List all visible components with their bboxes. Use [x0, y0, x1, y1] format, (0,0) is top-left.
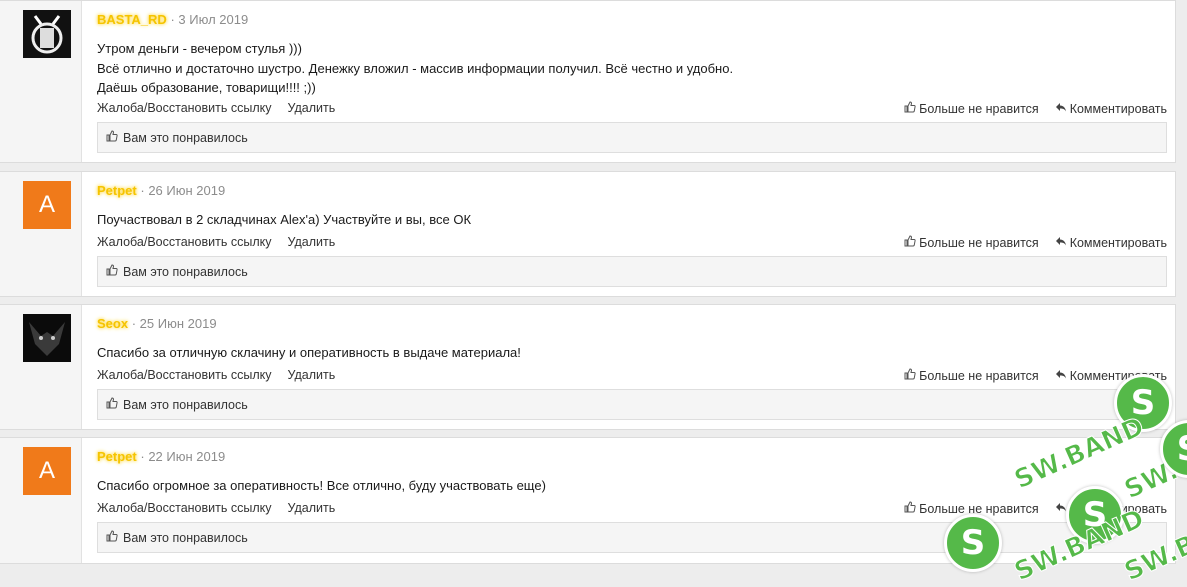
comment-button[interactable]: Комментировать — [1055, 368, 1167, 383]
comment-date[interactable]: 22 Июн 2019 — [148, 449, 225, 464]
meta-separator: · — [131, 316, 137, 331]
likes-summary[interactable]: Вам это понравилось — [97, 522, 1167, 553]
comment-actions-right: Больше не нравится Комментировать — [904, 235, 1167, 250]
comment-meta: Seox · 25 Июн 2019 — [97, 316, 217, 331]
avatar[interactable] — [23, 10, 71, 58]
avatar[interactable] — [23, 314, 71, 362]
avatar[interactable]: A — [23, 447, 71, 495]
comment-body: Seox · 25 Июн 2019 Спасибо за отличную с… — [82, 305, 1175, 429]
comment-message: Утром деньги - вечером стулья ))) Всё отл… — [97, 39, 733, 98]
thumbs-up-icon — [106, 530, 118, 545]
thumbs-up-icon — [904, 101, 916, 116]
unlike-button[interactable]: Больше не нравится — [904, 235, 1039, 250]
comment-card: A Petpet · 26 Июн 2019 Поучаствовал в 2 … — [0, 171, 1176, 297]
delete-link[interactable]: Удалить — [287, 368, 335, 382]
comment-actions-left: Жалоба/Восстановить ссылку Удалить — [97, 368, 335, 382]
meta-separator: · — [140, 183, 145, 198]
username-link[interactable]: BASTA_RD — [97, 12, 167, 27]
delete-link[interactable]: Удалить — [287, 235, 335, 249]
comment-actions-right: Больше не нравится Комментировать — [904, 501, 1167, 516]
comment-message: Спасибо огромное за оперативность! Все о… — [97, 476, 546, 496]
avatar-column — [0, 305, 82, 429]
comment-actions-right: Больше не нравится Комментировать — [904, 101, 1167, 116]
avatar[interactable]: A — [23, 181, 71, 229]
thumbs-up-icon — [106, 264, 118, 279]
thumbs-up-icon — [904, 235, 916, 250]
comment-message: Поучаствовал в 2 складчинах Alex'а) Учас… — [97, 210, 471, 230]
likes-summary-label: Вам это понравилось — [123, 530, 248, 545]
username-link[interactable]: Petpet — [97, 449, 137, 464]
comment-label: Комментировать — [1069, 101, 1167, 116]
unlike-label: Больше не нравится — [919, 101, 1039, 116]
unlike-button[interactable]: Больше не нравится — [904, 101, 1039, 116]
comment-label: Комментировать — [1069, 235, 1167, 250]
comment-text-line: Даёшь образование, товарищи!!!! ;)) — [97, 80, 316, 95]
reply-arrow-icon — [1055, 501, 1067, 516]
comment-meta: Petpet · 26 Июн 2019 — [97, 183, 225, 198]
unlike-label: Больше не нравится — [919, 235, 1039, 250]
thumbs-up-icon — [904, 501, 916, 516]
avatar-column: A — [0, 438, 82, 563]
report-link[interactable]: Жалоба/Восстановить ссылку — [97, 235, 271, 249]
comment-body: Petpet · 22 Июн 2019 Спасибо огромное за… — [82, 438, 1175, 563]
comment-text-line: Спасибо за отличную склачину и оперативн… — [97, 345, 521, 360]
comment-meta: BASTA_RD · 3 Июл 2019 — [97, 12, 248, 27]
likes-summary[interactable]: Вам это понравилось — [97, 122, 1167, 153]
comment-label: Комментировать — [1069, 501, 1167, 516]
comment-message: Спасибо за отличную склачину и оперативн… — [97, 343, 521, 363]
comment-body: BASTA_RD · 3 Июл 2019 Утром деньги - веч… — [82, 1, 1175, 162]
likes-summary-label: Вам это понравилось — [123, 397, 248, 412]
avatar-column: A — [0, 172, 82, 296]
comment-actions-right: Больше не нравится Комментировать — [904, 368, 1167, 383]
delete-link[interactable]: Удалить — [287, 101, 335, 115]
report-link[interactable]: Жалоба/Восстановить ссылку — [97, 368, 271, 382]
reply-arrow-icon — [1055, 101, 1067, 116]
reply-arrow-icon — [1055, 368, 1067, 383]
likes-summary[interactable]: Вам это понравилось — [97, 389, 1167, 420]
comment-actions-left: Жалоба/Восстановить ссылку Удалить — [97, 501, 335, 515]
username-link[interactable]: Petpet — [97, 183, 137, 198]
reply-arrow-icon — [1055, 235, 1067, 250]
likes-summary-label: Вам это понравилось — [123, 130, 248, 145]
avatar-image-icon — [23, 314, 71, 362]
unlike-button[interactable]: Больше не нравится — [904, 501, 1039, 516]
comment-button[interactable]: Комментировать — [1055, 501, 1167, 516]
meta-separator: · — [170, 12, 175, 27]
comment-card: Seox · 25 Июн 2019 Спасибо за отличную с… — [0, 304, 1176, 430]
likes-summary[interactable]: Вам это понравилось — [97, 256, 1167, 287]
thumbs-up-icon — [904, 368, 916, 383]
comment-text-line: Спасибо огромное за оперативность! Все о… — [97, 478, 546, 493]
comment-label: Комментировать — [1069, 368, 1167, 383]
comment-text-line: Поучаствовал в 2 складчинах Alex'а) Учас… — [97, 212, 472, 227]
comment-text-line: Утром деньги - вечером стулья ))) — [97, 41, 302, 56]
comment-actions-left: Жалоба/Восстановить ссылку Удалить — [97, 101, 335, 115]
comment-button[interactable]: Комментировать — [1055, 101, 1167, 116]
thumbs-up-icon — [106, 397, 118, 412]
comment-date[interactable]: 3 Июл 2019 — [178, 12, 248, 27]
unlike-label: Больше не нравится — [919, 368, 1039, 383]
report-link[interactable]: Жалоба/Восстановить ссылку — [97, 501, 271, 515]
comment-text-line: Всё отлично и достаточно шустро. Денежку… — [97, 60, 734, 76]
username-link[interactable]: Seox — [97, 316, 128, 331]
thumbs-up-icon — [106, 130, 118, 145]
likes-summary-label: Вам это понравилось — [123, 264, 248, 279]
comment-actions-left: Жалоба/Восстановить ссылку Удалить — [97, 235, 335, 249]
report-link[interactable]: Жалоба/Восстановить ссылку — [97, 101, 271, 115]
comment-card: A Petpet · 22 Июн 2019 Спасибо огромное … — [0, 437, 1176, 564]
delete-link[interactable]: Удалить — [287, 501, 335, 515]
comment-date[interactable]: 26 Июн 2019 — [148, 183, 225, 198]
avatar-column — [0, 1, 82, 162]
comment-button[interactable]: Комментировать — [1055, 235, 1167, 250]
comment-card: BASTA_RD · 3 Июл 2019 Утром деньги - веч… — [0, 0, 1176, 163]
meta-separator: · — [140, 449, 145, 464]
unlike-button[interactable]: Больше не нравится — [904, 368, 1039, 383]
comment-date[interactable]: 25 Июн 2019 — [140, 316, 217, 331]
unlike-label: Больше не нравится — [919, 501, 1039, 516]
comment-meta: Petpet · 22 Июн 2019 — [97, 449, 225, 464]
avatar-image-icon — [23, 10, 71, 58]
comment-body: Petpet · 26 Июн 2019 Поучаствовал в 2 ск… — [82, 172, 1175, 296]
